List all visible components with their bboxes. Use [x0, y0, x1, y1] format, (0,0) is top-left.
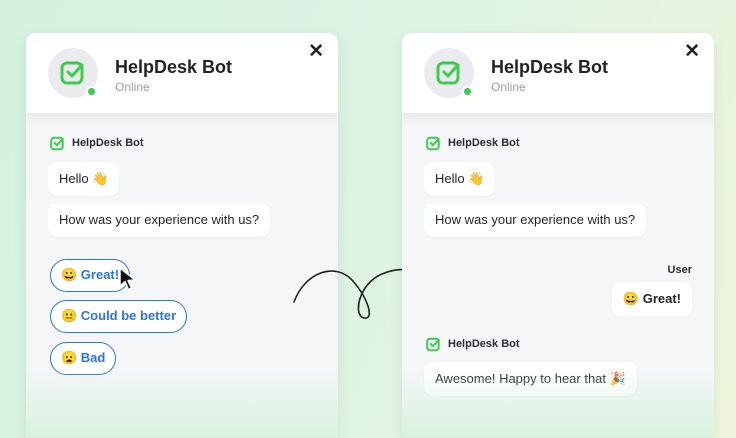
close-button[interactable]: ✕ — [684, 42, 700, 61]
bot-title: HelpDesk Bot — [491, 57, 609, 77]
sender-name: HelpDesk Bot — [448, 137, 520, 149]
bot-title: HelpDesk Bot — [115, 57, 233, 77]
bot-status: Online — [491, 80, 526, 94]
sender-name: HelpDesk Bot — [448, 338, 520, 350]
chat-widget-after: HelpDesk Bot Online ✕ HelpDesk Bot Hello… — [402, 33, 714, 438]
mouse-pointer-icon — [119, 267, 136, 291]
option-could-be-better-button[interactable]: 😐 Could be better — [50, 300, 188, 333]
bot-avatar — [424, 48, 474, 98]
checkbox-check-icon — [436, 61, 460, 85]
chat-header: HelpDesk Bot Online ✕ — [26, 33, 338, 113]
sender-name: HelpDesk Bot — [72, 137, 144, 149]
checkbox-check-icon — [426, 136, 440, 151]
bot-message-question: How was your experience with us? — [48, 203, 271, 237]
checkbox-check-icon — [50, 136, 64, 151]
option-bad-button[interactable]: 😦 Bad — [50, 342, 117, 375]
online-status-dot — [462, 86, 473, 97]
close-button[interactable]: ✕ — [308, 42, 324, 61]
chat-header: HelpDesk Bot Online ✕ — [402, 33, 714, 113]
online-status-dot — [86, 86, 97, 97]
bot-message-reply: Awesome! Happy to hear that 🎉 — [424, 362, 637, 396]
bot-message-question: How was your experience with us? — [424, 203, 647, 237]
chat-widget-before: HelpDesk Bot Online ✕ HelpDesk Bot Hello… — [26, 33, 338, 438]
user-message-reply: 😀 Great! — [611, 282, 692, 316]
bot-status: Online — [115, 80, 150, 94]
checkbox-check-icon — [60, 61, 84, 85]
bot-message-greeting: Hello 👋 — [424, 162, 496, 196]
bot-avatar — [48, 48, 98, 98]
user-label: User — [667, 264, 692, 276]
checkbox-check-icon — [426, 337, 440, 352]
bot-message-greeting: Hello 👋 — [48, 162, 120, 196]
